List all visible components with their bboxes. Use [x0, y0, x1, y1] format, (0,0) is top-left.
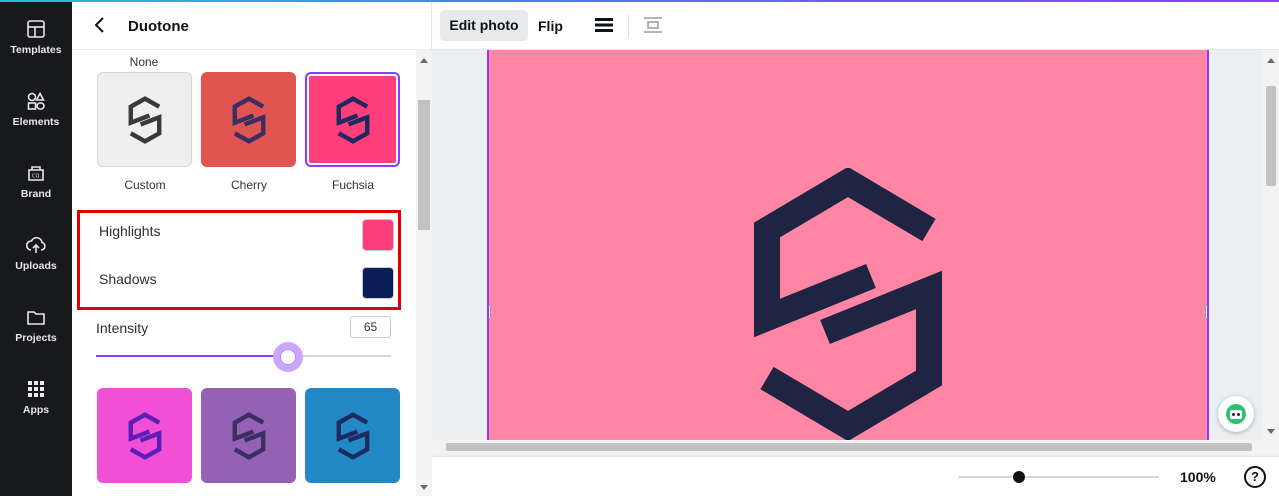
intensity-slider-thumb[interactable] — [272, 342, 303, 372]
canvas-scroll-down-icon[interactable] — [1267, 429, 1275, 434]
panel-title: Duotone — [128, 18, 189, 35]
duotone-preset-label: Custom — [124, 178, 166, 192]
edit-photo-button[interactable]: Edit photo — [440, 10, 528, 41]
duotone-preset-tile[interactable] — [97, 388, 192, 483]
canvas-vertical-thumb[interactable] — [1266, 86, 1276, 186]
s-logo-icon — [232, 95, 265, 144]
highlights-shadows-box: Highlights Shadows — [77, 210, 401, 310]
uploads-icon — [25, 236, 46, 253]
s-logo-icon — [232, 411, 265, 460]
position-icon[interactable] — [643, 16, 663, 34]
rail-item-brand[interactable]: CO. Brand — [0, 150, 72, 210]
duotone-preset-fuchsia[interactable] — [305, 72, 400, 167]
scroll-up-arrow-icon[interactable] — [420, 58, 428, 63]
help-button[interactable]: ? — [1244, 466, 1266, 488]
duotone-preset-tile[interactable] — [305, 388, 400, 483]
preset-none-label: None — [129, 55, 159, 69]
design-page[interactable] — [487, 50, 1209, 440]
duotone-panel: Duotone None Custom Cherry Fuchsia Highlig… — [72, 2, 432, 496]
highlights-label: Highlights — [99, 223, 161, 239]
templates-icon — [27, 20, 45, 38]
canvas-horizontal-scrollbar[interactable] — [432, 440, 1279, 454]
rail-item-uploads[interactable]: Uploads — [0, 222, 72, 282]
resize-handle-right[interactable] — [1205, 303, 1207, 321]
elements-icon — [27, 91, 45, 110]
s-logo-icon — [336, 95, 369, 144]
resize-handle-left[interactable] — [489, 303, 491, 321]
bottom-bar: 100% ? — [432, 456, 1279, 496]
canvas-vertical-scrollbar[interactable] — [1263, 50, 1279, 440]
assistant-robot-icon[interactable] — [1218, 396, 1254, 432]
toolbar-divider — [628, 15, 629, 37]
duotone-preset-label: Cherry — [230, 178, 267, 192]
zoom-slider-track[interactable] — [959, 476, 1159, 478]
apps-icon — [28, 381, 44, 397]
left-rail: Templates Elements CO. Brand Uploads Pro… — [0, 2, 72, 496]
panel-body: None Custom Cherry Fuchsia Highlights Shad… — [72, 50, 416, 496]
s-logo-icon — [336, 411, 369, 460]
intensity-slider-fill — [96, 355, 288, 357]
highlights-color-swatch[interactable] — [362, 219, 394, 251]
back-arrow-icon[interactable] — [90, 14, 112, 36]
canvas-horizontal-thumb[interactable] — [446, 443, 1252, 451]
shadows-color-swatch[interactable] — [362, 267, 394, 299]
intensity-slider-track[interactable] — [96, 355, 391, 357]
duotone-preset-tile[interactable] — [201, 388, 296, 483]
editor-toolbar: Edit photo Flip — [432, 2, 1279, 50]
rail-item-templates[interactable]: Templates — [0, 6, 72, 66]
flip-button[interactable]: Flip — [538, 18, 563, 34]
brand-icon: CO. — [28, 166, 44, 181]
panel-scrollbar[interactable] — [416, 50, 432, 496]
scroll-down-arrow-icon[interactable] — [420, 485, 428, 490]
shadows-label: Shadows — [99, 271, 157, 287]
intensity-value-input[interactable]: 65 — [350, 316, 391, 338]
intensity-label: Intensity — [96, 320, 149, 336]
canvas-area — [432, 50, 1279, 496]
rail-item-elements[interactable]: Elements — [0, 78, 72, 138]
duotone-preset-custom[interactable] — [97, 72, 192, 167]
zoom-percentage[interactable]: 100% — [1180, 469, 1216, 485]
duotone-preset-label: Fuchsia — [331, 178, 375, 192]
canvas-scroll-up-icon[interactable] — [1267, 58, 1275, 63]
s-logo-icon — [128, 411, 161, 460]
duotone-preset-cherry[interactable] — [201, 72, 296, 167]
projects-icon — [27, 311, 45, 325]
zoom-slider-thumb[interactable] — [1013, 471, 1025, 483]
rail-item-projects[interactable]: Projects — [0, 294, 72, 354]
spacing-icon[interactable] — [594, 16, 614, 34]
s-logo-icon — [128, 95, 161, 144]
rail-item-apps[interactable]: Apps — [0, 366, 72, 426]
panel-scrollbar-thumb[interactable] — [418, 100, 430, 230]
s-logo-graphic[interactable] — [751, 168, 945, 440]
svg-text:CO.: CO. — [32, 174, 41, 180]
panel-header: Duotone — [72, 2, 432, 50]
